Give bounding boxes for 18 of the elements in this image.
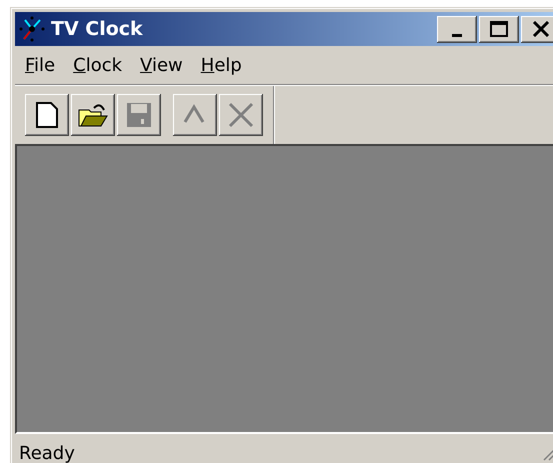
status-text: Ready (19, 442, 76, 463)
folder-icon (78, 102, 108, 128)
cross-icon (227, 101, 255, 129)
toolbar-button[interactable] (71, 94, 115, 136)
toolbar-button[interactable] (25, 94, 69, 136)
menu-item[interactable]: Help (198, 54, 244, 76)
maximize-icon (489, 20, 509, 38)
maximize-button[interactable] (479, 16, 519, 42)
close-button[interactable] (521, 16, 553, 42)
minimize-icon (452, 34, 462, 36)
menu-item[interactable]: Clock (71, 54, 124, 76)
window-title: TV Clock (51, 18, 144, 40)
app-icon (19, 16, 45, 42)
menu-item[interactable]: File (23, 54, 58, 76)
close-icon (532, 21, 550, 37)
menu-item[interactable]: View (138, 54, 185, 76)
minimize-button[interactable] (437, 16, 477, 42)
blank-page-icon (36, 102, 58, 128)
